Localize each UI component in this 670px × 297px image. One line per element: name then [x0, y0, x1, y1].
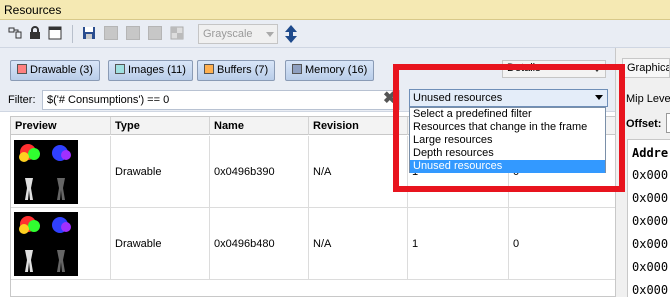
- predefined-filter-select[interactable]: Unused resources: [409, 89, 608, 107]
- filter-buffers-button[interactable]: Buffers (7): [197, 60, 276, 81]
- preview-cell: [11, 208, 111, 280]
- window-icon[interactable]: [48, 26, 62, 40]
- window-titlebar: Resources: [0, 0, 670, 20]
- col6-cell: 0: [513, 238, 520, 250]
- col5-cell: 1: [408, 208, 509, 280]
- memory-address-panel: Addre 0x000 0x000 0x000 0x000 0x000 0x00…: [627, 139, 670, 297]
- window-title: Resources: [4, 3, 62, 17]
- buffers-swatch: [204, 64, 214, 74]
- name-cell: 0x0496b480: [210, 208, 309, 280]
- filter-drawable-button[interactable]: Drawable (3): [10, 60, 100, 81]
- chevron-down-icon: [595, 95, 603, 100]
- filter-expression-value: $('# Consumptions') == 0: [47, 94, 170, 106]
- column-header-revision[interactable]: Revision: [309, 117, 408, 135]
- predefined-filter-value: Unused resources: [413, 92, 503, 104]
- toolbar: Grayscale: [0, 20, 670, 48]
- mip-level-label: Mip Level: [626, 93, 670, 105]
- offset-label: Offset:: [626, 118, 662, 130]
- filter-memory-label: Memory (16): [305, 64, 368, 76]
- view-mode-select[interactable]: Details: [502, 60, 606, 78]
- name-cell: 0x0496b390: [210, 136, 309, 208]
- preview-thumbnail: [14, 212, 78, 276]
- chevron-down-icon: [266, 32, 274, 37]
- dropdown-option-selected[interactable]: Unused resources: [410, 160, 605, 173]
- revision-cell: N/A: [309, 208, 408, 280]
- address-row: 0x000: [632, 168, 669, 182]
- clear-filter-icon[interactable]: ✖: [383, 91, 396, 107]
- revision-cell: N/A: [309, 136, 408, 208]
- preview-cell: [11, 136, 111, 208]
- offset-input[interactable]: [666, 113, 670, 133]
- dropdown-option[interactable]: Large resources: [410, 134, 605, 147]
- address-row: 0x000: [632, 260, 669, 274]
- column-header-preview[interactable]: Preview: [11, 117, 111, 135]
- color-channel-icon[interactable]: [126, 26, 140, 40]
- dropdown-option[interactable]: Depth resources: [410, 147, 605, 160]
- type-cell: Drawable: [111, 208, 210, 280]
- chevron-down-icon: [593, 67, 601, 72]
- address-row: 0x000: [632, 191, 669, 205]
- images-swatch: [115, 64, 125, 74]
- filter-buffers-label: Buffers (7): [217, 64, 269, 76]
- dropdown-option[interactable]: Resources that change in the frame: [410, 121, 605, 134]
- memory-swatch: [292, 64, 302, 74]
- column-header-type[interactable]: Type: [111, 117, 210, 135]
- address-row: 0x000: [632, 237, 669, 251]
- lock-icon[interactable]: [28, 26, 42, 40]
- preview-thumbnail: [14, 140, 78, 204]
- predefined-filter-dropdown: Select a predefined filter Resources tha…: [409, 107, 606, 173]
- column-header-name[interactable]: Name: [210, 117, 309, 135]
- table-row[interactable]: Drawable 0x0496b480 N/A 1 0: [11, 208, 615, 280]
- filter-images-button[interactable]: Images (11): [108, 60, 193, 81]
- color-channel-icon[interactable]: [148, 26, 162, 40]
- layout-icon[interactable]: [8, 26, 22, 40]
- view-mode-label: Details: [507, 62, 541, 74]
- grayscale-label: Grayscale: [203, 28, 253, 40]
- filter-label: Filter:: [8, 94, 36, 106]
- filter-drawable-label: Drawable (3): [30, 64, 93, 76]
- type-cell: Drawable: [111, 136, 210, 208]
- drawable-swatch: [17, 64, 27, 74]
- save-icon[interactable]: [82, 26, 96, 40]
- filter-expression-input[interactable]: $('# Consumptions') == 0: [42, 90, 400, 110]
- color-channel-icon[interactable]: [104, 26, 118, 40]
- address-row: 0x000: [632, 214, 669, 228]
- filter-memory-button[interactable]: Memory (16): [285, 60, 375, 81]
- up-down-arrows-icon[interactable]: [284, 25, 298, 43]
- address-column-header: Addre: [632, 146, 669, 160]
- checker-icon[interactable]: [170, 26, 184, 40]
- address-row: 0x000: [632, 283, 669, 297]
- tab-graphical[interactable]: Graphical: [622, 58, 670, 78]
- grayscale-select[interactable]: Grayscale: [198, 24, 278, 44]
- dropdown-option[interactable]: Select a predefined filter: [410, 108, 605, 121]
- filter-images-label: Images (11): [128, 64, 186, 76]
